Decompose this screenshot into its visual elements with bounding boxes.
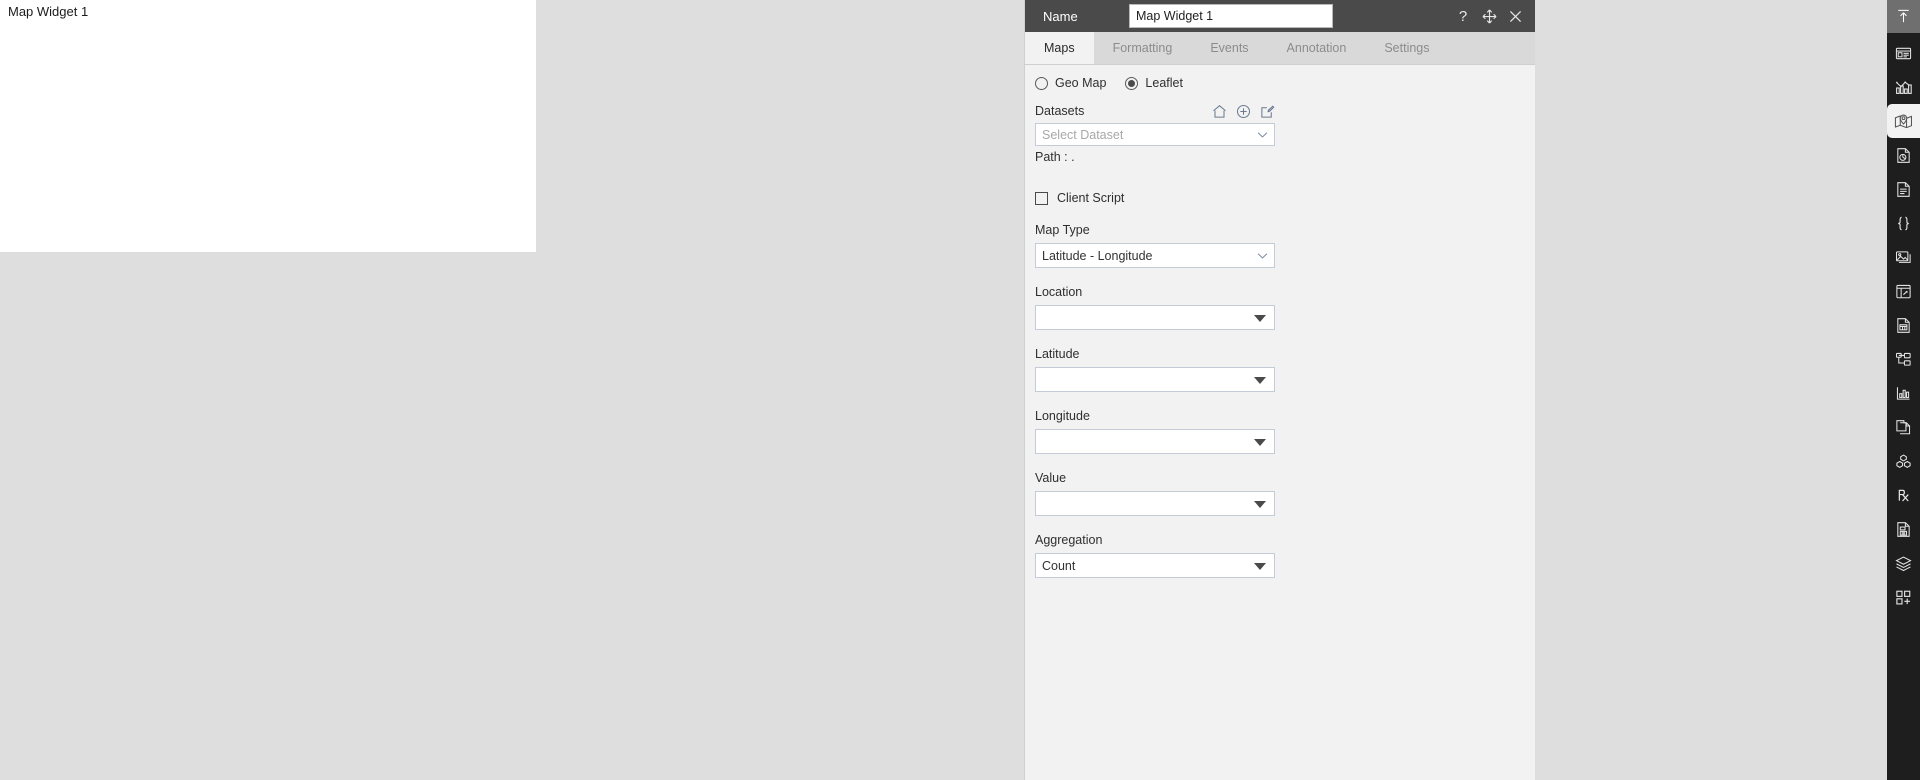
properties-panel: Name ? xyxy=(1024,0,1535,780)
dataset-select-value: Select Dataset xyxy=(1042,127,1124,142)
longitude-label: Longitude xyxy=(1035,409,1090,423)
copy-document-icon[interactable] xyxy=(1887,410,1920,444)
radio-geo-map[interactable] xyxy=(1035,76,1048,90)
client-script-label[interactable]: Client Script xyxy=(1057,190,1124,206)
header-actions: ? xyxy=(1455,0,1523,32)
dropdown-arrow-icon xyxy=(1254,500,1266,508)
text-document-icon[interactable] xyxy=(1887,172,1920,206)
location-label: Location xyxy=(1035,285,1083,299)
widget-icon-rail xyxy=(1887,0,1920,780)
tab-settings[interactable]: Settings xyxy=(1365,32,1449,64)
radio-leaflet[interactable] xyxy=(1125,76,1139,90)
longitude-group: Longitude xyxy=(1035,408,1535,454)
design-canvas[interactable]: Map Widget 1 xyxy=(0,0,1024,780)
move-arrows-icon[interactable] xyxy=(1481,8,1497,24)
latitude-group: Latitude xyxy=(1035,346,1535,392)
image-icon[interactable] xyxy=(1887,240,1920,274)
document-save-icon[interactable] xyxy=(1887,512,1920,546)
tab-maps[interactable]: Maps xyxy=(1025,32,1094,64)
aggregation-value: Count xyxy=(1042,558,1076,573)
dropdown-arrow-icon xyxy=(1254,438,1266,446)
name-label: Name xyxy=(1043,8,1078,24)
dropdown-arrow-icon xyxy=(1254,562,1266,570)
map-widget-title: Map Widget 1 xyxy=(8,4,89,19)
value-label: Value xyxy=(1035,471,1067,485)
panel-header: Name ? xyxy=(1025,0,1535,32)
aggregation-group: Aggregation Count xyxy=(1035,532,1535,578)
aggregation-label: Aggregation xyxy=(1035,533,1103,547)
client-script-row: Client Script xyxy=(1035,190,1535,206)
add-circle-icon[interactable] xyxy=(1236,104,1251,119)
chevron-down-icon xyxy=(1257,131,1268,138)
widget-name-input[interactable] xyxy=(1129,4,1333,28)
prescription-rx-icon[interactable] xyxy=(1887,478,1920,512)
map-type-label: Map Type xyxy=(1035,223,1090,237)
dataset-select[interactable]: Select Dataset xyxy=(1035,123,1275,146)
panel-tab-bar: Maps Formatting Events Annotation Settin… xyxy=(1025,32,1535,65)
location-group: Location xyxy=(1035,284,1535,330)
edit-pencil-icon[interactable] xyxy=(1260,104,1275,119)
latitude-select[interactable] xyxy=(1035,367,1275,392)
dataset-actions xyxy=(1212,104,1275,119)
question-mark-icon[interactable]: ? xyxy=(1455,8,1471,24)
upload-arrow-icon[interactable] xyxy=(1887,0,1920,33)
map-pin-icon[interactable] xyxy=(1887,104,1920,138)
map-engine-radio-group: Geo Map Leaflet xyxy=(1025,65,1535,90)
value-group: Value xyxy=(1035,470,1535,516)
dataset-path-label: Path : . xyxy=(1035,150,1075,164)
table-layout-icon[interactable] xyxy=(1887,274,1920,308)
longitude-select[interactable] xyxy=(1035,429,1275,454)
map-widget-card[interactable]: Map Widget 1 xyxy=(0,0,536,252)
dropdown-arrow-icon xyxy=(1254,314,1266,322)
location-select[interactable] xyxy=(1035,305,1275,330)
layers-stack-icon[interactable] xyxy=(1887,546,1920,580)
curly-braces-icon[interactable] xyxy=(1887,206,1920,240)
dashboard-layout-icon[interactable] xyxy=(1887,36,1920,70)
tree-folder-icon[interactable] xyxy=(1887,342,1920,376)
tab-annotation[interactable]: Annotation xyxy=(1267,32,1366,64)
chart-bars-icon[interactable] xyxy=(1887,70,1920,104)
pie-document-icon[interactable] xyxy=(1887,138,1920,172)
datasets-row: Datasets xyxy=(1035,103,1275,119)
latitude-label: Latitude xyxy=(1035,347,1080,361)
dropdown-arrow-icon xyxy=(1254,376,1266,384)
close-x-icon[interactable] xyxy=(1507,8,1523,24)
add-grid-icon[interactable] xyxy=(1887,580,1920,614)
map-type-value: Latitude - Longitude xyxy=(1042,248,1153,263)
aggregation-select[interactable]: Count xyxy=(1035,553,1275,578)
panel-body: Geo Map Leaflet Datasets Select Dataset … xyxy=(1025,65,1535,578)
radio-leaflet-label[interactable]: Leaflet xyxy=(1145,76,1183,90)
cubes-icon[interactable] xyxy=(1887,444,1920,478)
app-root: Map Widget 1 Name ? xyxy=(0,0,1920,780)
map-type-select[interactable]: Latitude - Longitude xyxy=(1035,243,1275,268)
home-icon[interactable] xyxy=(1212,104,1227,119)
document-list-icon[interactable] xyxy=(1887,308,1920,342)
chart-axis-icon[interactable] xyxy=(1887,376,1920,410)
chevron-down-icon xyxy=(1257,252,1268,259)
map-type-group: Map Type Latitude - Longitude xyxy=(1035,222,1535,268)
tab-formatting[interactable]: Formatting xyxy=(1093,32,1192,64)
radio-geo-map-label[interactable]: Geo Map xyxy=(1055,76,1106,90)
value-select[interactable] xyxy=(1035,491,1275,516)
client-script-checkbox[interactable] xyxy=(1035,191,1048,205)
tab-events[interactable]: Events xyxy=(1191,32,1268,64)
datasets-label: Datasets xyxy=(1035,104,1085,118)
